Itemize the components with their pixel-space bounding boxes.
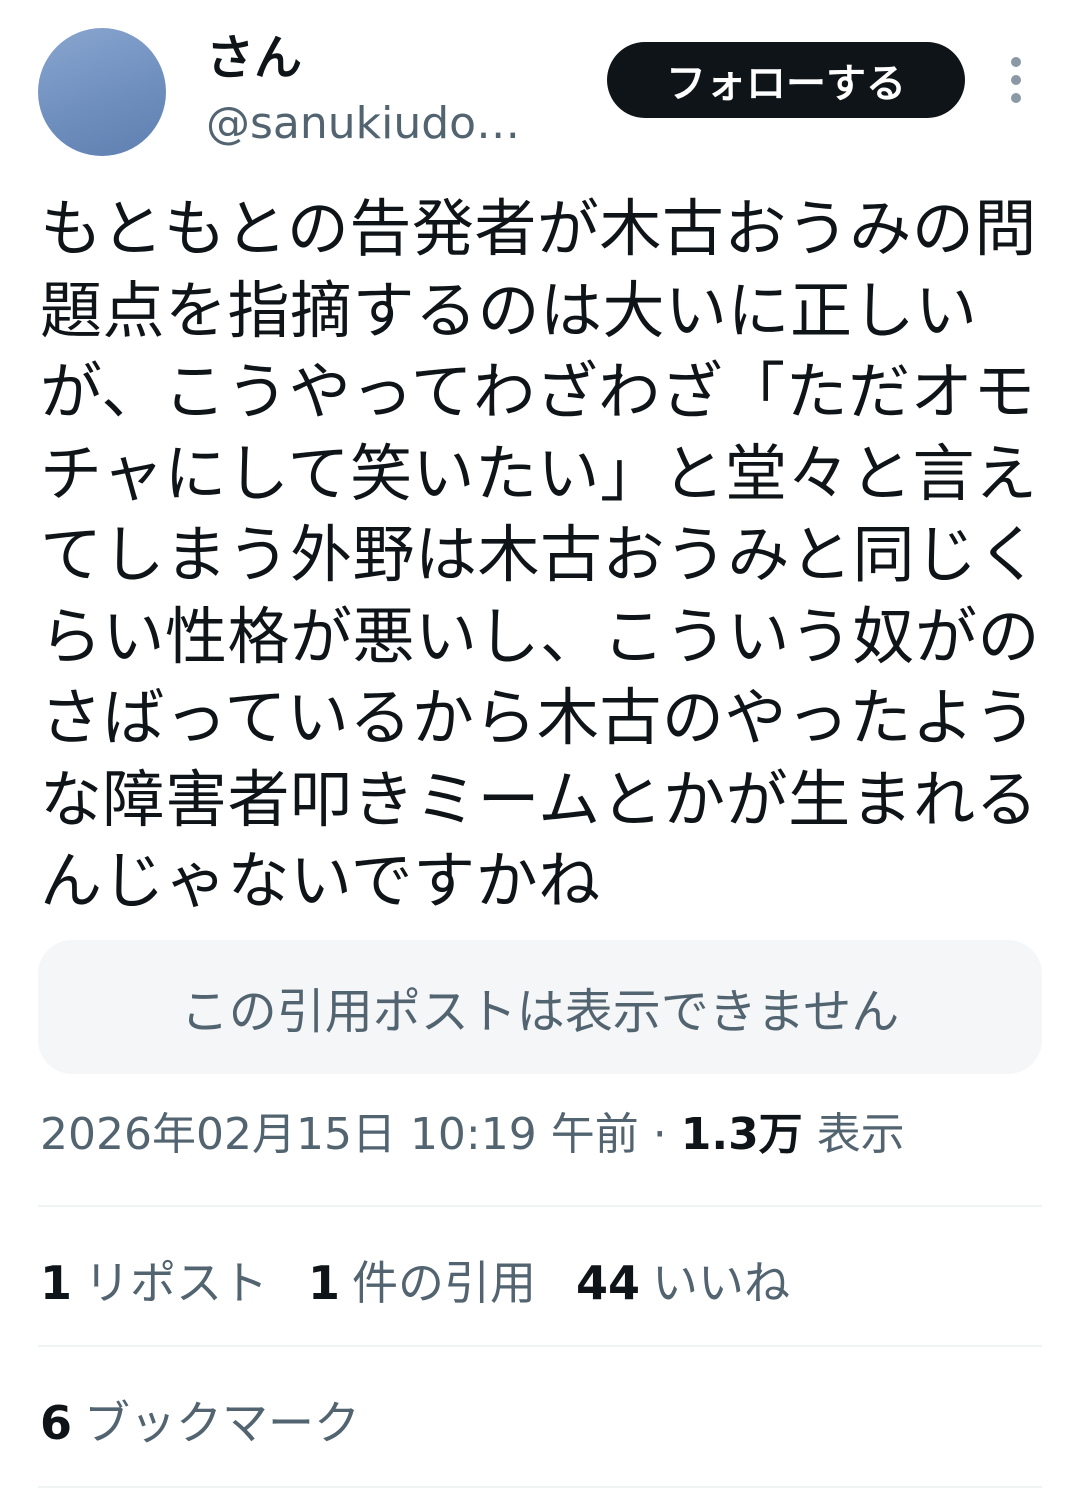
author-display-name[interactable]: さん [206, 30, 302, 86]
author-handle[interactable]: @sanukiudo… [206, 98, 520, 150]
timestamp[interactable]: 2026年02月15日 10:19 午前 [40, 1109, 639, 1160]
repost-count: 1 [40, 1256, 73, 1310]
repost-label: リポスト [84, 1256, 269, 1310]
quote-label: 件の引用 [352, 1256, 537, 1310]
avatar[interactable] [38, 28, 166, 156]
divider [38, 1486, 1042, 1488]
views-count: 1.3万 [680, 1109, 803, 1160]
meta-separator: · [652, 1109, 667, 1160]
follow-button[interactable]: フォローする [607, 42, 965, 118]
quote-count: 1 [308, 1256, 341, 1310]
quote-stat[interactable]: 1 件の引用 [308, 1247, 536, 1313]
divider [38, 1205, 1042, 1207]
like-label: いいね [652, 1256, 791, 1310]
bookmark-count: 6 [40, 1396, 73, 1450]
tweet-text: もともとの告発者が木古おうみの問題点を指摘するのは大いに正しいが、こうやってわざ… [40, 192, 1041, 917]
like-stat[interactable]: 44 いいね [576, 1247, 790, 1313]
bookmark-stat[interactable]: 6 ブックマーク [40, 1387, 360, 1453]
bookmark-label: ブックマーク [84, 1396, 361, 1450]
quote-unavailable-box: この引用ポストは表示できません [38, 940, 1042, 1074]
like-count: 44 [576, 1256, 641, 1310]
quote-unavailable-text: この引用ポストは表示できません [180, 984, 900, 1040]
repost-stat[interactable]: 1 リポスト [40, 1247, 268, 1313]
more-vertical-icon[interactable] [996, 52, 1036, 108]
views-label: 表示 [816, 1109, 905, 1160]
tweet-header: さん @sanukiudo… フォローする [0, 0, 1080, 170]
divider [38, 1345, 1042, 1347]
engagement-stats: 1 リポスト 1 件の引用 44 いいね [40, 1250, 830, 1310]
tweet-meta: 2026年02月15日 10:19 午前 · 1.3万 表示 [40, 1108, 905, 1162]
bookmark-stats: 6 ブックマーク [40, 1390, 400, 1450]
